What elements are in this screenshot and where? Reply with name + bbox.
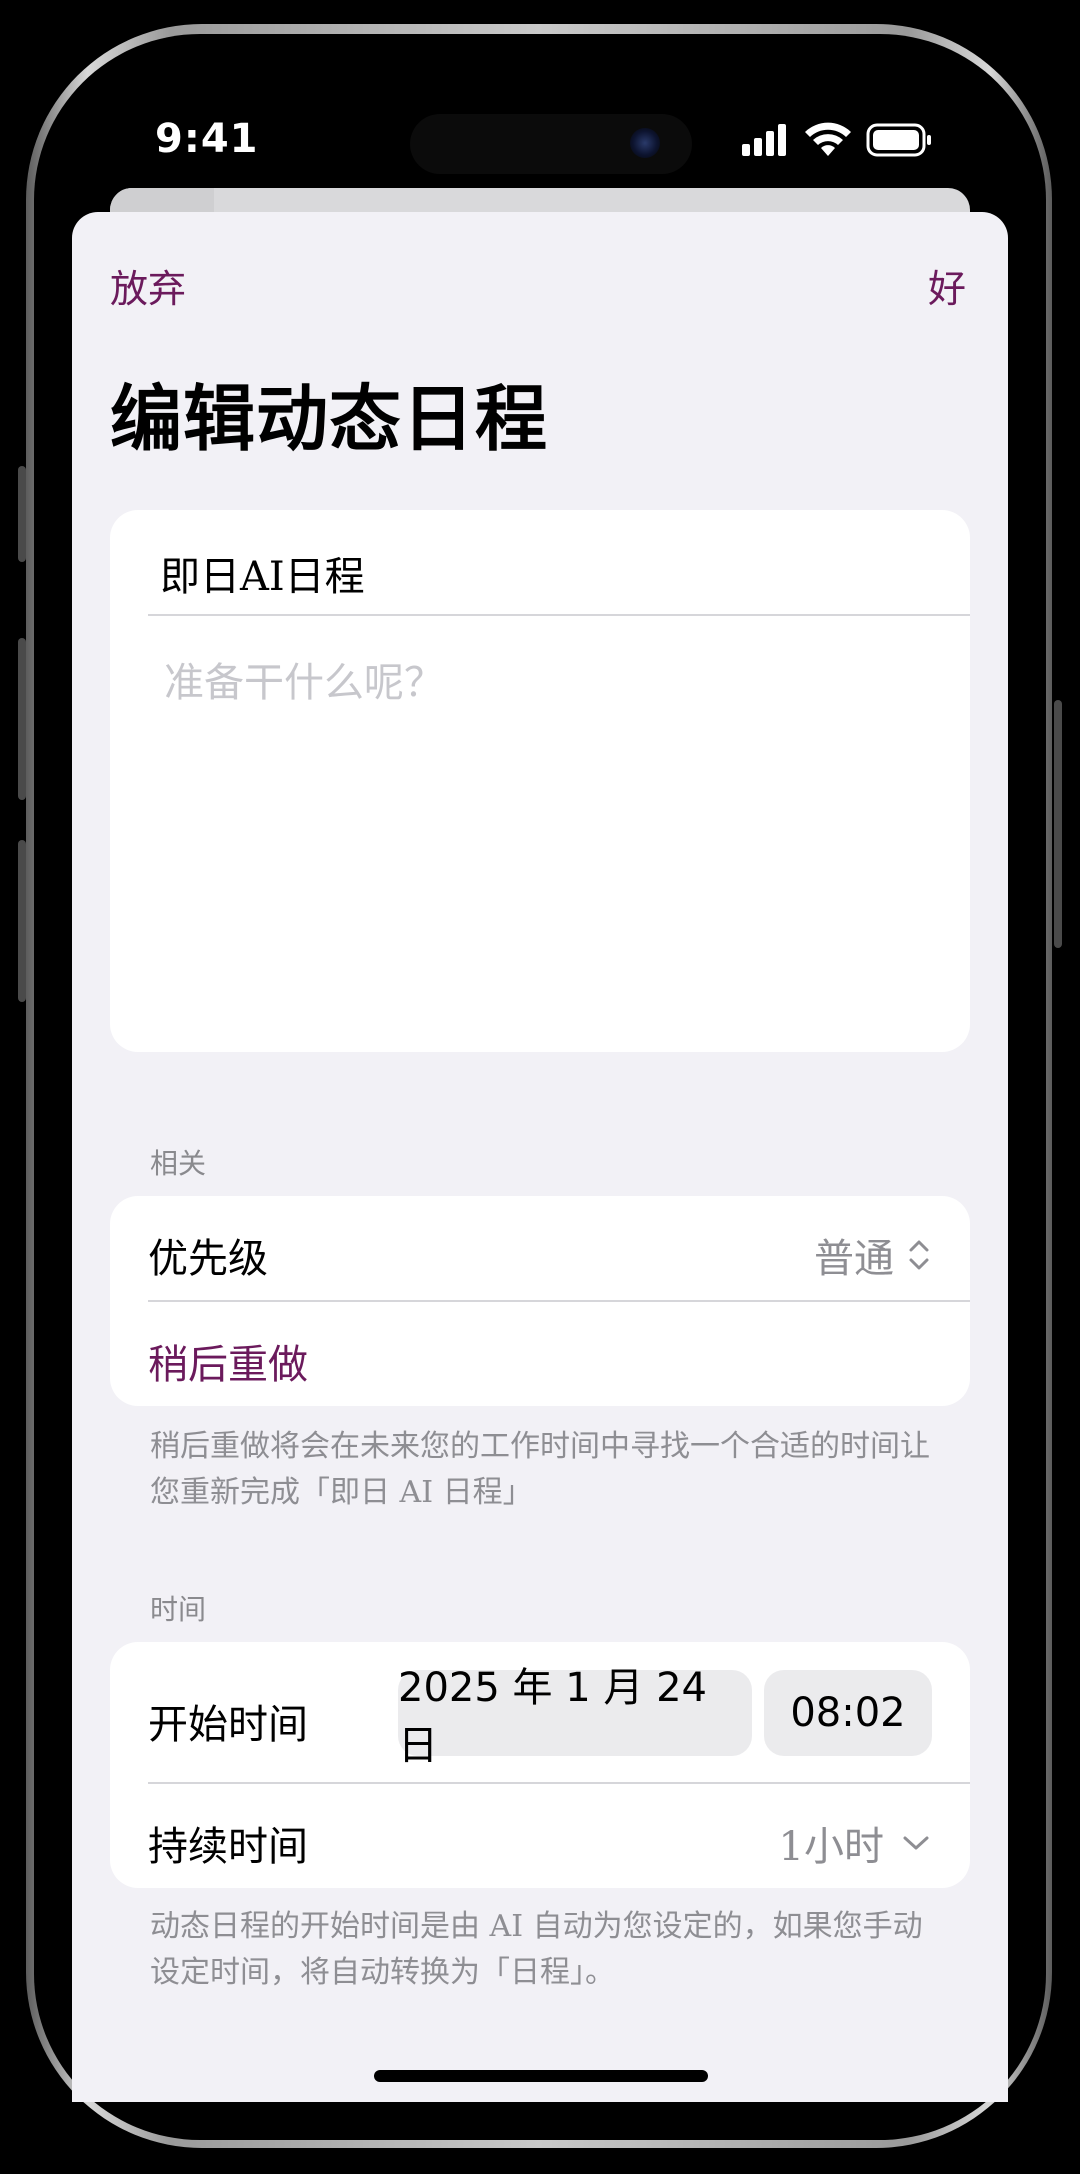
volume-down-button [18, 840, 26, 1002]
power-button [1054, 700, 1062, 948]
duration-label: 持续时间 [148, 1824, 308, 1870]
notes-field[interactable]: 准备干什么呢？ [164, 650, 444, 708]
task-title-field[interactable]: 即日AI日程 [160, 544, 365, 602]
cancel-button[interactable]: 放弃 [110, 258, 186, 313]
duration-picker[interactable]: 1小时 [779, 1814, 930, 1872]
front-camera [630, 128, 660, 158]
chevron-up-down-icon [909, 1240, 929, 1270]
status-time: 9:41 [155, 116, 259, 162]
priority-value: 普通 [814, 1236, 894, 1282]
time-section-label: 时间 [150, 1593, 207, 1626]
related-card: 优先级 普通 稍后重做 [110, 1196, 970, 1406]
chevron-down-icon [903, 1836, 929, 1850]
start-time-picker[interactable]: 08:02 [764, 1670, 932, 1756]
time-footnote: 动态日程的开始时间是由 AI 自动为您设定的，如果您手动设定时间，将自动转换为「… [150, 1909, 923, 1990]
home-indicator [374, 2070, 708, 2082]
task-card: 即日AI日程 准备干什么呢？ [110, 510, 970, 1052]
page-title: 编辑动态日程 [110, 377, 549, 461]
done-button[interactable]: 好 [928, 258, 966, 313]
divider [148, 614, 970, 616]
battery-icon [866, 123, 931, 157]
divider [148, 1300, 970, 1302]
start-time-label: 开始时间 [148, 1702, 308, 1748]
related-section-label: 相关 [150, 1147, 207, 1180]
wifi-icon [805, 122, 851, 156]
redo-footnote: 稍后重做将会在未来您的工作时间中寻找一个合适的时间让您重新完成「即日 AI 日程… [150, 1429, 930, 1510]
action-button [18, 466, 26, 562]
priority-label: 优先级 [148, 1236, 268, 1282]
redo-later-button[interactable]: 稍后重做 [148, 1332, 308, 1390]
duration-value: 1小时 [778, 1824, 884, 1870]
priority-picker[interactable]: 普通 [814, 1226, 930, 1284]
status-icons [742, 122, 932, 158]
time-card: 开始时间 2025 年 1 月 24 日 08:02 持续时间 1小时 [110, 1642, 970, 1888]
divider [148, 1782, 970, 1784]
start-date-picker[interactable]: 2025 年 1 月 24 日 [398, 1665, 752, 1769]
volume-up-button [18, 638, 26, 800]
cellular-signal-icon [742, 124, 786, 156]
